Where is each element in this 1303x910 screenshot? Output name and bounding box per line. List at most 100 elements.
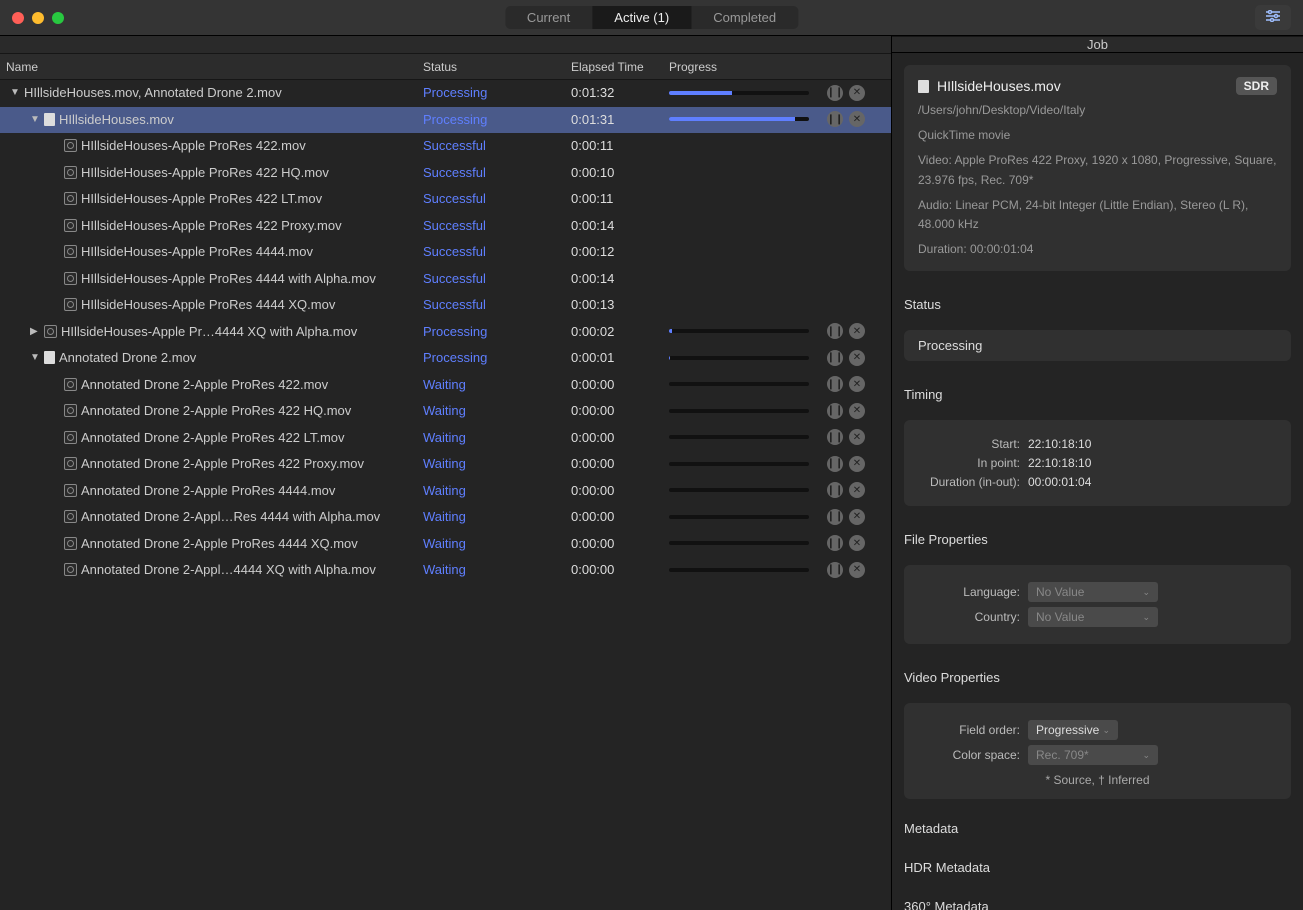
video-props-panel: Field order:Progressive⌄ Color space:Rec…: [904, 703, 1291, 799]
col-header-progress[interactable]: Progress: [669, 60, 827, 74]
cancel-button[interactable]: ✕: [849, 535, 865, 551]
metadata-section[interactable]: Metadata: [904, 817, 1291, 836]
disclosure-triangle[interactable]: ▼: [10, 87, 20, 98]
pause-button[interactable]: ❙❙: [827, 456, 843, 472]
cancel-button[interactable]: ✕: [849, 85, 865, 101]
cancel-button[interactable]: ✕: [849, 111, 865, 127]
timing-start-value: 22:10:18:10: [1028, 437, 1277, 451]
table-row[interactable]: HIllsideHouses-Apple ProRes 4444 XQ.movS…: [0, 292, 891, 319]
pause-button[interactable]: ❙❙: [827, 403, 843, 419]
360-metadata-section[interactable]: 360° Metadata: [904, 895, 1291, 910]
jobs-pane: Name Status Elapsed Time Progress ▼HIlls…: [0, 36, 892, 910]
row-elapsed: 0:00:00: [571, 377, 669, 392]
jobs-tree[interactable]: ▼HIllsideHouses.mov, Annotated Drone 2.m…: [0, 80, 891, 910]
table-row[interactable]: Annotated Drone 2-Apple ProRes 422 Proxy…: [0, 451, 891, 478]
view-tab-active-[interactable]: Active (1): [592, 6, 691, 29]
col-header-elapsed[interactable]: Elapsed Time: [571, 60, 669, 74]
row-status: Successful: [423, 165, 571, 180]
table-row[interactable]: HIllsideHouses-Apple ProRes 422 LT.movSu…: [0, 186, 891, 213]
row-actions: ❙❙ ✕: [827, 456, 889, 472]
job-duration: Duration: 00:00:01:04: [918, 240, 1277, 259]
minimize-window-button[interactable]: [32, 12, 44, 24]
view-tab-completed[interactable]: Completed: [691, 6, 798, 29]
pause-button[interactable]: ❙❙: [827, 482, 843, 498]
pause-button[interactable]: ❙❙: [827, 562, 843, 578]
timing-in-value: 22:10:18:10: [1028, 456, 1277, 470]
table-row[interactable]: HIllsideHouses-Apple ProRes 4444 with Al…: [0, 266, 891, 293]
color-space-dropdown[interactable]: Rec. 709*⌄: [1028, 745, 1158, 765]
row-actions: ❙❙ ✕: [827, 111, 889, 127]
cancel-button[interactable]: ✕: [849, 323, 865, 339]
table-row[interactable]: Annotated Drone 2-Apple ProRes 4444.movW…: [0, 478, 891, 505]
table-row[interactable]: HIllsideHouses-Apple ProRes 4444.movSucc…: [0, 239, 891, 266]
table-row[interactable]: Annotated Drone 2-Apple ProRes 422 LT.mo…: [0, 425, 891, 452]
table-row[interactable]: Annotated Drone 2-Apple ProRes 422 HQ.mo…: [0, 398, 891, 425]
zoom-window-button[interactable]: [52, 12, 64, 24]
table-row[interactable]: ▶HIllsideHouses-Apple Pr…4444 XQ with Al…: [0, 319, 891, 346]
row-name: Annotated Drone 2.mov: [59, 350, 196, 365]
pause-button[interactable]: ❙❙: [827, 535, 843, 551]
col-header-name[interactable]: Name: [0, 60, 423, 74]
disclosure-triangle[interactable]: ▼: [30, 352, 40, 363]
cancel-button[interactable]: ✕: [849, 350, 865, 366]
row-elapsed: 0:00:14: [571, 271, 669, 286]
language-dropdown[interactable]: No Value⌄: [1028, 582, 1158, 602]
row-name: Annotated Drone 2-Apple ProRes 422 LT.mo…: [81, 430, 345, 445]
file-icon: [44, 351, 55, 364]
view-tab-current[interactable]: Current: [505, 6, 592, 29]
row-progress: [669, 515, 827, 519]
table-row[interactable]: HIllsideHouses-Apple ProRes 422 Proxy.mo…: [0, 213, 891, 240]
cancel-button[interactable]: ✕: [849, 456, 865, 472]
row-name: Annotated Drone 2-Appl…Res 4444 with Alp…: [81, 509, 380, 524]
table-row[interactable]: Annotated Drone 2-Apple ProRes 4444 XQ.m…: [0, 531, 891, 558]
row-name: HIllsideHouses-Apple ProRes 4444 with Al…: [81, 271, 376, 286]
field-order-dropdown[interactable]: Progressive⌄: [1028, 720, 1118, 740]
table-row[interactable]: HIllsideHouses-Apple ProRes 422.movSucce…: [0, 133, 891, 160]
table-row[interactable]: ▼HIllsideHouses.mov, Annotated Drone 2.m…: [0, 80, 891, 107]
row-name: HIllsideHouses-Apple ProRes 422.mov: [81, 138, 306, 153]
row-name: HIllsideHouses-Apple ProRes 4444.mov: [81, 244, 313, 259]
pause-button[interactable]: ❙❙: [827, 350, 843, 366]
table-row[interactable]: Annotated Drone 2-Apple ProRes 422.movWa…: [0, 372, 891, 399]
row-elapsed: 0:00:13: [571, 297, 669, 312]
table-row[interactable]: Annotated Drone 2-Appl…4444 XQ with Alph…: [0, 557, 891, 584]
table-row[interactable]: ▼Annotated Drone 2.movProcessing0:00:01❙…: [0, 345, 891, 372]
col-header-status[interactable]: Status: [423, 60, 571, 74]
row-status: Processing: [423, 324, 571, 339]
pause-button[interactable]: ❙❙: [827, 323, 843, 339]
pause-button[interactable]: ❙❙: [827, 429, 843, 445]
cancel-button[interactable]: ✕: [849, 562, 865, 578]
cancel-button[interactable]: ✕: [849, 509, 865, 525]
inspector-toggle-button[interactable]: [1255, 5, 1291, 30]
close-window-button[interactable]: [12, 12, 24, 24]
row-progress: [669, 488, 827, 492]
row-status: Waiting: [423, 509, 571, 524]
file-icon: [44, 113, 55, 126]
table-row[interactable]: ▼HIllsideHouses.movProcessing0:01:31❙❙✕: [0, 107, 891, 134]
preset-icon: [44, 325, 57, 338]
row-actions: ❙❙ ✕: [827, 403, 889, 419]
hdr-metadata-section[interactable]: HDR Metadata: [904, 856, 1291, 875]
row-status: Processing: [423, 85, 571, 100]
row-actions: ❙❙ ✕: [827, 562, 889, 578]
pause-button[interactable]: ❙❙: [827, 376, 843, 392]
row-status: Waiting: [423, 403, 571, 418]
video-props-footnote: * Source, † Inferred: [918, 773, 1277, 787]
country-dropdown[interactable]: No Value⌄: [1028, 607, 1158, 627]
row-actions: ❙❙ ✕: [827, 429, 889, 445]
disclosure-triangle[interactable]: ▶: [30, 326, 40, 337]
table-row[interactable]: Annotated Drone 2-Appl…Res 4444 with Alp…: [0, 504, 891, 531]
pause-button[interactable]: ❙❙: [827, 85, 843, 101]
inspector-pane: Job HIllsideHouses.mov SDR /Users/john/D…: [892, 36, 1303, 910]
disclosure-triangle[interactable]: ▼: [30, 114, 40, 125]
row-elapsed: 0:00:14: [571, 218, 669, 233]
table-row[interactable]: HIllsideHouses-Apple ProRes 422 HQ.movSu…: [0, 160, 891, 187]
pause-button[interactable]: ❙❙: [827, 509, 843, 525]
row-progress: [669, 462, 827, 466]
cancel-button[interactable]: ✕: [849, 429, 865, 445]
cancel-button[interactable]: ✕: [849, 403, 865, 419]
cancel-button[interactable]: ✕: [849, 482, 865, 498]
row-progress: [669, 329, 827, 333]
cancel-button[interactable]: ✕: [849, 376, 865, 392]
pause-button[interactable]: ❙❙: [827, 111, 843, 127]
